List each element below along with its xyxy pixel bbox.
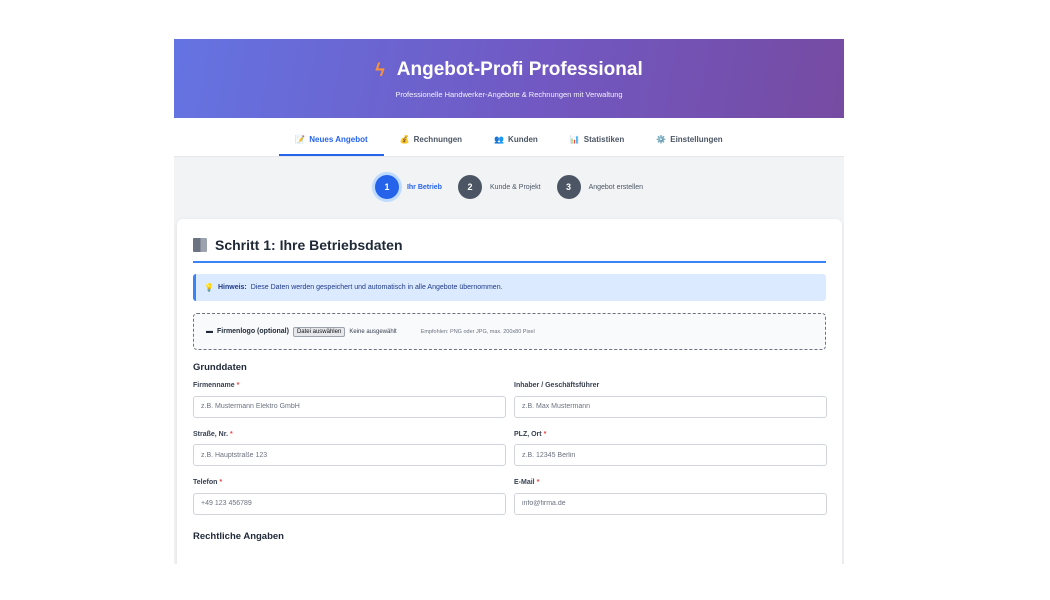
step-label: Angebot erstellen bbox=[588, 183, 644, 191]
logo-label-row: ▬ Firmenlogo (optional) bbox=[206, 328, 289, 335]
step-indicator: 1 Ihr Betrieb 2 Kunde & Projekt 3 Angebo… bbox=[174, 157, 844, 217]
bar-chart-icon: 📊 bbox=[569, 135, 580, 144]
step-number: 1 bbox=[374, 175, 399, 199]
field-label: Firmenname * bbox=[193, 382, 506, 389]
plz-ort-field: PLZ, Ort * bbox=[514, 431, 827, 466]
notice-label: Hinweis: bbox=[217, 284, 247, 291]
app-title-row: ϟ Angebot-Profi Professional bbox=[174, 59, 844, 81]
tab-neues-angebot[interactable]: 📝 Neues Angebot bbox=[279, 135, 384, 156]
users-icon: 👥 bbox=[494, 135, 505, 144]
field-label: Telefon * bbox=[193, 479, 506, 486]
required-marker: * bbox=[543, 430, 547, 438]
card-title: Schritt 1: Ihre Betriebsdaten bbox=[215, 237, 403, 253]
step-1[interactable]: 1 Ihr Betrieb bbox=[374, 175, 442, 199]
basic-data-form: Firmenname * Inhaber / Geschäftsführer S… bbox=[193, 382, 827, 515]
tab-rechnungen[interactable]: 💰 Rechnungen bbox=[384, 135, 478, 156]
step-number: 2 bbox=[457, 175, 482, 199]
required-marker: * bbox=[536, 479, 540, 486]
notice-text: Diese Daten werden gespeichert und autom… bbox=[250, 284, 503, 291]
section-heading-rechtliche-angaben: Rechtliche Angaben bbox=[193, 530, 284, 542]
tab-label: Einstellungen bbox=[670, 135, 723, 144]
plz-ort-input[interactable] bbox=[514, 444, 827, 466]
tab-statistiken[interactable]: 📊 Statistiken bbox=[554, 135, 640, 156]
tab-kunden[interactable]: 👥 Kunden bbox=[478, 135, 554, 156]
choose-file-button[interactable]: Datei auswählen bbox=[292, 326, 346, 337]
required-marker: * bbox=[236, 382, 240, 389]
inhaber-input[interactable] bbox=[514, 395, 827, 418]
card-title-row: Schritt 1: Ihre Betriebsdaten bbox=[193, 237, 826, 263]
step-label: Ihr Betrieb bbox=[406, 183, 442, 191]
file-status: Keine ausgewählt bbox=[349, 328, 397, 335]
step-3[interactable]: 3 Angebot erstellen bbox=[556, 175, 644, 199]
logo-upload-box: ▬ Firmenlogo (optional) Datei auswählen … bbox=[193, 313, 826, 350]
email-field: E-Mail * bbox=[514, 479, 827, 515]
building-icon bbox=[193, 238, 207, 252]
app-subtitle: Professionelle Handwerker-Angebote & Rec… bbox=[395, 90, 623, 99]
section-heading-grunddaten: Grunddaten bbox=[193, 362, 247, 373]
required-marker: * bbox=[219, 479, 223, 486]
business-data-card: Schritt 1: Ihre Betriebsdaten 💡 Hinweis:… bbox=[177, 219, 842, 564]
strasse-input[interactable] bbox=[193, 444, 506, 466]
memo-icon: 📝 bbox=[295, 135, 306, 144]
step-label: Kunde & Projekt bbox=[489, 183, 541, 191]
main-tabs: 📝 Neues Angebot 💰 Rechnungen 👥 Kunden 📊 … bbox=[174, 118, 844, 157]
label-text: Firmenname bbox=[193, 382, 235, 389]
field-label: Straße, Nr. * bbox=[193, 431, 506, 438]
firmenname-field: Firmenname * bbox=[193, 382, 506, 418]
firmenname-input[interactable] bbox=[193, 395, 506, 418]
logo-hint: Empfohlen: PNG oder JPG, max. 200x80 Pix… bbox=[420, 328, 535, 335]
field-label: PLZ, Ort * bbox=[514, 431, 827, 438]
label-text: Inhaber / Geschäftsführer bbox=[514, 382, 600, 389]
money-bag-icon: 💰 bbox=[399, 135, 410, 144]
image-icon: ▬ bbox=[206, 328, 213, 335]
tab-label: Rechnungen bbox=[413, 135, 463, 144]
tab-label: Neues Angebot bbox=[309, 135, 368, 144]
gear-icon: ⚙️ bbox=[656, 135, 667, 144]
strasse-field: Straße, Nr. * bbox=[193, 431, 506, 466]
tab-label: Statistiken bbox=[583, 135, 625, 144]
label-text: Telefon bbox=[193, 479, 218, 486]
app-header: ϟ Angebot-Profi Professional Professione… bbox=[174, 39, 844, 118]
email-input[interactable] bbox=[514, 492, 827, 515]
logo-label: Firmenlogo (optional) bbox=[217, 328, 289, 335]
bolt-icon: ϟ bbox=[375, 59, 385, 80]
label-text: Straße, Nr. bbox=[193, 430, 229, 438]
telefon-field: Telefon * bbox=[193, 479, 506, 515]
inhaber-field: Inhaber / Geschäftsführer bbox=[514, 382, 827, 418]
info-notice: 💡 Hinweis: Diese Daten werden gespeicher… bbox=[193, 274, 826, 301]
label-text: E-Mail bbox=[514, 479, 535, 486]
telefon-input[interactable] bbox=[193, 492, 506, 515]
label-text: PLZ, Ort bbox=[514, 430, 542, 438]
tab-einstellungen[interactable]: ⚙️ Einstellungen bbox=[640, 135, 738, 156]
app-window: ϟ Angebot-Profi Professional Professione… bbox=[174, 39, 844, 564]
field-label: E-Mail * bbox=[514, 479, 827, 486]
tab-label: Kunden bbox=[508, 135, 538, 144]
step-2[interactable]: 2 Kunde & Projekt bbox=[457, 175, 541, 199]
step-number: 3 bbox=[556, 175, 581, 199]
app-title: Angebot-Profi Professional bbox=[396, 59, 643, 80]
required-marker: * bbox=[229, 430, 233, 438]
lightbulb-icon: 💡 bbox=[204, 283, 214, 292]
field-label: Inhaber / Geschäftsführer bbox=[514, 382, 827, 389]
